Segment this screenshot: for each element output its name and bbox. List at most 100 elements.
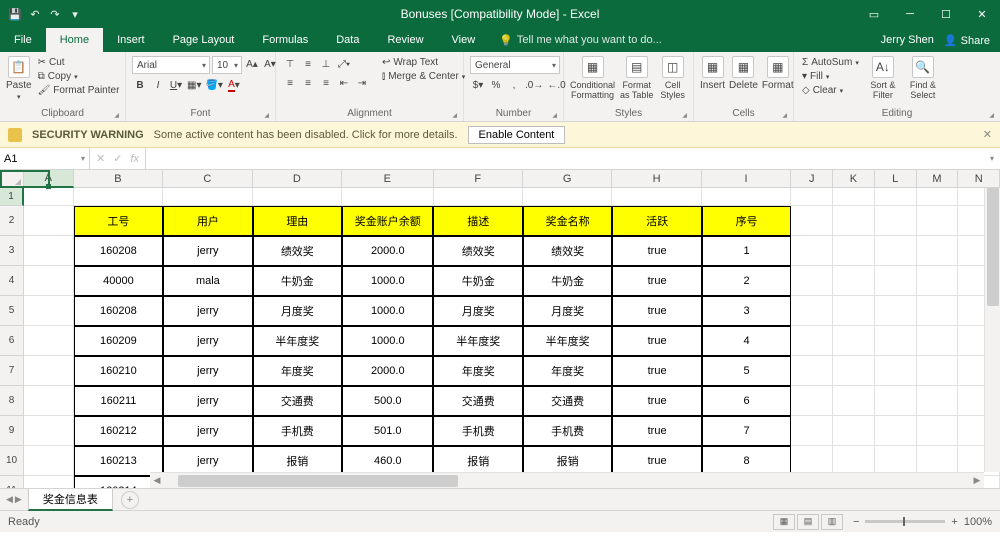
col-header-E[interactable]: E (342, 170, 433, 188)
table-cell[interactable]: 交通费 (523, 386, 612, 416)
table-cell[interactable]: true (612, 296, 701, 326)
table-cell[interactable]: 160211 (74, 386, 163, 416)
clear-button[interactable]: ◇Clear▾ (800, 84, 861, 97)
select-all-corner[interactable] (0, 170, 24, 188)
align-bottom-button[interactable]: ⊥ (318, 56, 334, 72)
formula-input[interactable] (146, 148, 984, 169)
table-cell[interactable]: jerry (163, 326, 252, 356)
table-cell[interactable]: 7 (702, 416, 791, 446)
accounting-button[interactable]: $▾ (470, 77, 486, 93)
wrap-text-button[interactable]: ↩Wrap Text (380, 56, 467, 69)
add-sheet-button[interactable]: + (121, 491, 139, 509)
table-cell[interactable]: 501.0 (342, 416, 433, 446)
fill-button[interactable]: ▾Fill▾ (800, 70, 861, 83)
tell-me[interactable]: 💡 Tell me what you want to do... (489, 28, 662, 52)
cell-styles-button[interactable]: ◫Cell Styles (658, 56, 687, 100)
fill-color-button[interactable]: 🪣▾ (204, 77, 223, 93)
table-cell[interactable]: 半年度奖 (523, 326, 612, 356)
row-header-4[interactable]: 4 (0, 266, 24, 296)
table-cell[interactable]: 年度奖 (253, 356, 342, 386)
format-painter-button[interactable]: 🖌Format Painter (36, 84, 122, 97)
table-header[interactable]: 奖金账户余额 (342, 206, 433, 236)
table-cell[interactable]: true (612, 326, 701, 356)
table-cell[interactable]: true (612, 386, 701, 416)
table-header[interactable]: 奖金名称 (523, 206, 612, 236)
col-header-B[interactable]: B (74, 170, 163, 188)
table-cell[interactable]: 半年度奖 (433, 326, 522, 356)
align-middle-button[interactable]: ≡ (300, 56, 316, 72)
table-cell[interactable]: 月度奖 (433, 296, 522, 326)
view-pagelayout-button[interactable]: ▤ (797, 514, 819, 530)
fx-icon[interactable]: fx (130, 153, 139, 165)
table-cell[interactable]: true (612, 266, 701, 296)
col-header-K[interactable]: K (833, 170, 875, 188)
delete-cells-button[interactable]: ▦Delete (729, 56, 758, 91)
table-header[interactable]: 用户 (163, 206, 252, 236)
table-cell[interactable]: 2000.0 (342, 356, 433, 386)
table-cell[interactable]: 160208 (74, 236, 163, 266)
table-cell[interactable]: 交通费 (253, 386, 342, 416)
table-header[interactable]: 活跃 (612, 206, 701, 236)
table-cell[interactable]: 160212 (74, 416, 163, 446)
comma-button[interactable]: , (506, 77, 522, 93)
table-cell[interactable]: mala (163, 266, 252, 296)
table-cell[interactable]: 手机费 (253, 416, 342, 446)
save-icon[interactable]: 💾 (8, 7, 22, 21)
sort-filter-button[interactable]: A↓Sort & Filter (865, 56, 901, 100)
row-header-10[interactable]: 10 (0, 446, 24, 476)
font-size-combo[interactable]: 10 (212, 56, 242, 74)
table-cell[interactable]: 1000.0 (342, 296, 433, 326)
tab-file[interactable]: File (0, 28, 46, 52)
insert-cells-button[interactable]: ▦Insert (700, 56, 725, 91)
table-cell[interactable]: 40000 (74, 266, 163, 296)
orientation-button[interactable]: ⤢▾ (336, 56, 352, 72)
close-button[interactable]: ✕ (964, 0, 1000, 28)
maximize-button[interactable]: ☐ (928, 0, 964, 28)
border-button[interactable]: ▦▾ (186, 77, 202, 93)
italic-button[interactable]: I (150, 77, 166, 93)
col-header-C[interactable]: C (163, 170, 252, 188)
font-color-button[interactable]: A▾ (226, 77, 242, 93)
table-header[interactable]: 理由 (253, 206, 342, 236)
col-header-I[interactable]: I (702, 170, 791, 188)
tab-review[interactable]: Review (373, 28, 437, 52)
table-cell[interactable]: 5 (702, 356, 791, 386)
tab-pagelayout[interactable]: Page Layout (159, 28, 249, 52)
zoom-out-button[interactable]: − (853, 516, 859, 528)
cut-button[interactable]: ✂Cut (36, 56, 122, 69)
share-button[interactable]: 👤 Share (944, 34, 990, 47)
table-cell[interactable]: 绩效奖 (253, 236, 342, 266)
underline-button[interactable]: U▾ (168, 77, 184, 93)
align-left-button[interactable]: ≡ (282, 75, 298, 91)
enable-content-button[interactable]: Enable Content (468, 126, 566, 144)
table-cell[interactable]: 年度奖 (433, 356, 522, 386)
table-cell[interactable]: 半年度奖 (253, 326, 342, 356)
indent-inc-button[interactable]: ⇥ (354, 75, 370, 91)
row-header-7[interactable]: 7 (0, 356, 24, 386)
view-pagebreak-button[interactable]: ▥ (821, 514, 843, 530)
table-cell[interactable]: 手机费 (433, 416, 522, 446)
row-header-11[interactable]: 11 (0, 476, 24, 488)
table-cell[interactable]: jerry (163, 236, 252, 266)
table-cell[interactable]: jerry (163, 296, 252, 326)
vertical-scrollbar[interactable] (984, 170, 1000, 472)
table-cell[interactable]: 1000.0 (342, 266, 433, 296)
col-header-G[interactable]: G (523, 170, 612, 188)
security-close-button[interactable]: ✕ (983, 128, 992, 141)
tab-view[interactable]: View (438, 28, 490, 52)
enter-formula-icon[interactable]: ✓ (113, 152, 122, 165)
user-name[interactable]: Jerry Shen (881, 34, 934, 46)
align-right-button[interactable]: ≡ (318, 75, 334, 91)
sheet-nav-prev[interactable]: ◀ (6, 494, 13, 505)
row-header-2[interactable]: 2 (0, 206, 24, 236)
table-cell[interactable]: jerry (163, 356, 252, 386)
row-header-3[interactable]: 3 (0, 236, 24, 266)
table-cell[interactable]: 牛奶金 (523, 266, 612, 296)
paste-button[interactable]: 📋Paste▾ (6, 56, 32, 101)
table-cell[interactable]: true (612, 416, 701, 446)
font-name-combo[interactable]: Arial (132, 56, 210, 74)
table-header[interactable]: 序号 (702, 206, 791, 236)
table-cell[interactable]: 牛奶金 (253, 266, 342, 296)
table-cell[interactable]: 月度奖 (523, 296, 612, 326)
table-header[interactable]: 描述 (433, 206, 522, 236)
